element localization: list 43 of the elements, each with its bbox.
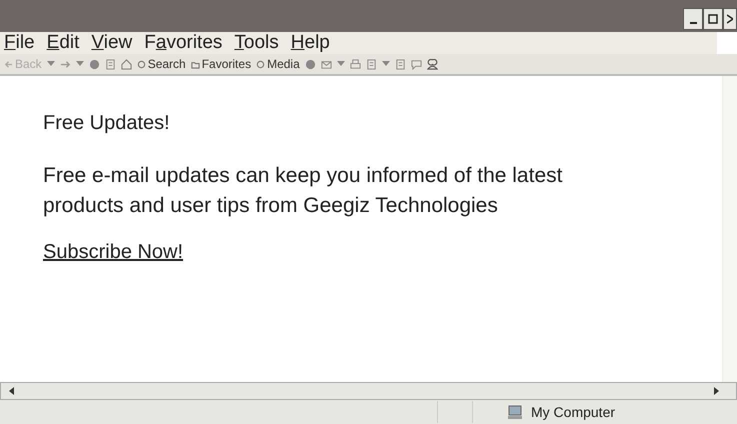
maximize-icon — [708, 14, 718, 24]
toolbar-button[interactable]: Media — [256, 57, 300, 71]
minimize-button[interactable] — [683, 8, 703, 30]
page-icon[interactable] — [104, 58, 116, 70]
person-icon[interactable] — [426, 58, 438, 70]
heading: Free Updates! — [43, 112, 171, 135]
subscribe-link[interactable]: Subscribe Now! — [43, 241, 184, 263]
dropdown-arrow-icon[interactable] — [336, 61, 345, 67]
page-icon[interactable] — [394, 58, 406, 70]
folder-icon — [190, 60, 200, 68]
menu-item[interactable]: Edit — [46, 32, 92, 54]
printer-icon[interactable] — [350, 58, 361, 70]
envelope-icon[interactable] — [320, 58, 332, 70]
arrow-left-icon — [4, 60, 13, 68]
minimize-icon — [690, 22, 696, 24]
dropdown-arrow-icon[interactable] — [46, 61, 55, 67]
computer-icon — [507, 405, 523, 419]
circle-icon[interactable] — [88, 58, 100, 70]
toolbar-button[interactable]: Search — [136, 57, 186, 71]
close-button[interactable] — [723, 8, 737, 30]
maximize-button[interactable] — [703, 8, 723, 30]
horizontal-scrollbar[interactable] — [0, 382, 737, 400]
circle-icon — [256, 60, 266, 68]
page-icon[interactable] — [366, 58, 377, 70]
toolbar-button[interactable]: Favorites — [190, 57, 252, 71]
arrow-icon[interactable] — [60, 58, 71, 70]
scroll-right-icon[interactable] — [714, 387, 720, 395]
vertical-scrollbar[interactable] — [722, 76, 737, 382]
menu-item[interactable]: Favorites — [144, 32, 234, 54]
menu-item[interactable]: File — [4, 32, 47, 54]
paragraph: Free e-mail updates can keep you informed of the latest products and user tips from Geegiz Technologies — [43, 163, 564, 219]
menu-item[interactable]: Tools — [234, 32, 291, 54]
close-icon — [727, 14, 733, 24]
dropdown-arrow-icon[interactable] — [76, 61, 84, 67]
menu-item[interactable]: Help — [290, 32, 342, 54]
zone-label: My Computer — [531, 404, 616, 420]
dropdown-arrow-icon[interactable] — [382, 61, 390, 67]
scroll-left-icon[interactable] — [9, 387, 15, 395]
circle-icon — [136, 60, 146, 68]
menu-item[interactable]: View — [91, 32, 144, 54]
circle-icon[interactable] — [304, 58, 316, 70]
speech-bubble-icon[interactable] — [410, 58, 422, 70]
house-icon[interactable] — [120, 58, 132, 70]
